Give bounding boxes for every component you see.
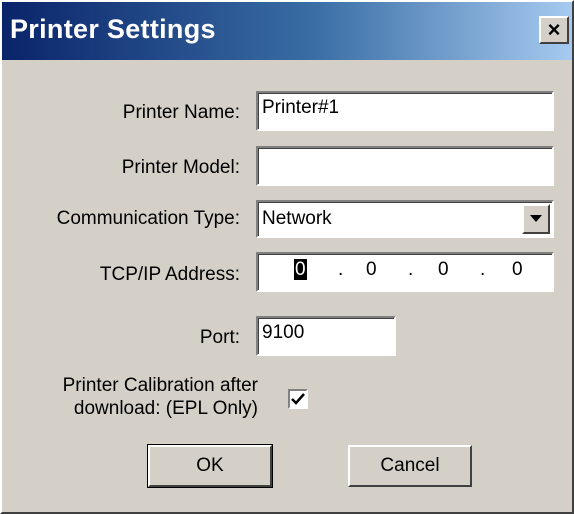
printer-name-input[interactable]: Printer#1 [256,91,554,131]
dropdown-button[interactable] [522,204,550,234]
port-input[interactable]: 9100 [256,316,396,356]
window-title: Printer Settings [10,14,216,44]
ip-separator: . [338,259,344,280]
tcp-ip-input[interactable]: 0 . 0 . 0 . 0 [256,252,554,292]
communication-type-select[interactable]: Network [256,200,554,238]
ok-button[interactable]: OK [147,444,273,488]
ip-octet-2[interactable]: 0 [366,259,377,281]
cancel-button[interactable]: Cancel [348,445,472,487]
ip-octet-1[interactable]: 0 [294,259,307,281]
printer-model-input[interactable] [256,146,554,186]
calibration-label: Printer Calibration after download: (EPL… [62,375,258,419]
ip-octet-4[interactable]: 0 [512,259,523,281]
title-bar: Printer Settings × [2,2,572,60]
printer-settings-dialog: Printer Settings × Printer Name: Printer… [0,0,574,514]
communication-type-label: Communication Type: [56,208,240,229]
checkmark-icon [291,393,305,405]
close-button[interactable]: × [539,16,569,44]
calibration-checkbox[interactable] [288,389,308,409]
ip-octet-3[interactable]: 0 [438,259,449,281]
printer-name-label: Printer Name: [122,102,240,123]
tcp-ip-label: TCP/IP Address: [99,264,240,285]
communication-type-value: Network [262,208,332,229]
ip-separator: . [408,259,414,280]
port-label: Port: [199,327,240,348]
printer-model-label: Printer Model: [121,157,240,178]
chevron-down-icon [530,215,542,222]
ip-separator: . [480,259,486,280]
close-icon: × [547,17,561,42]
